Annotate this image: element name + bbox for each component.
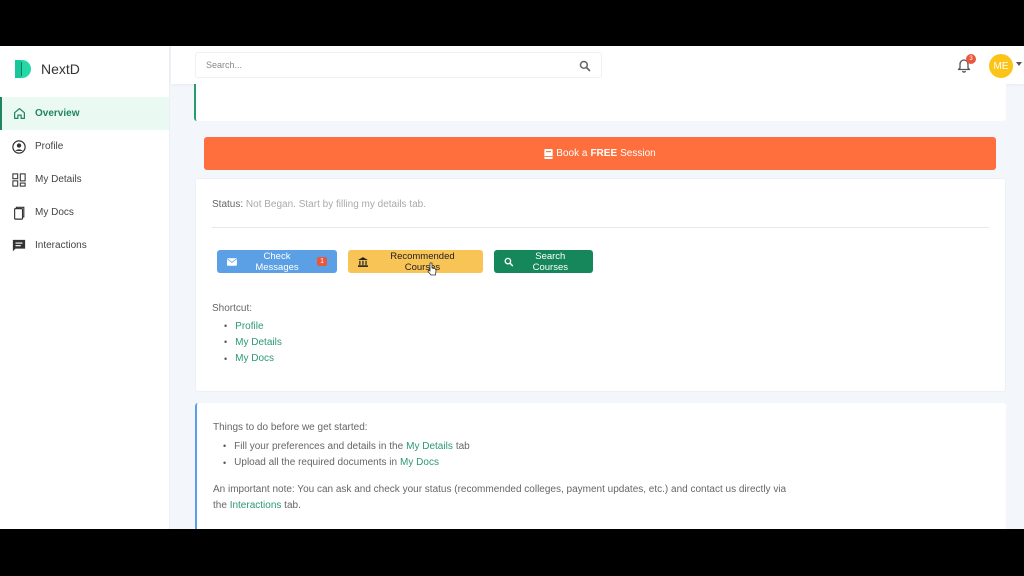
list-item: Profile <box>224 318 282 334</box>
chat-icon <box>12 239 26 253</box>
shortcut-list: Profile My Details My Docs <box>212 318 282 367</box>
sidebar-item-label: Profile <box>35 141 64 152</box>
important-note: An important note: You can ask and check… <box>213 482 793 514</box>
shortcut-section: Shortcut: Profile My Details My Docs <box>212 303 282 367</box>
topbar: 3 ME <box>171 46 1024 84</box>
shortcut-title: Shortcut: <box>212 303 253 314</box>
sidebar-nav: Overview Profile My Details My Docs Inte… <box>0 97 169 262</box>
avatar[interactable]: ME <box>989 54 1013 78</box>
envelope-icon <box>227 257 237 266</box>
list-item: Upload all the required documents in My … <box>223 455 470 472</box>
book-label-bold: FREE <box>590 148 618 159</box>
status-line: Status: Not Began. Start by filling my d… <box>212 199 426 210</box>
list-item: My Docs <box>224 351 282 367</box>
brand[interactable]: NextD <box>0 46 169 92</box>
todo-text: Fill your preferences and details in the <box>234 440 404 452</box>
grid-icon <box>12 172 26 187</box>
user-circle-icon <box>12 139 26 154</box>
my-details-link[interactable]: My Details <box>406 441 453 452</box>
caret-down-icon[interactable] <box>1016 62 1022 66</box>
brand-name: NextD <box>41 61 80 77</box>
status-value: Not Began. Start by filling my details t… <box>245 199 427 210</box>
book-label-suffix: Session <box>620 148 656 159</box>
list-item: Fill your preferences and details in the… <box>223 438 470 455</box>
sidebar: NextD Overview Profile My Details My Doc… <box>0 46 170 529</box>
my-docs-link[interactable]: My Docs <box>400 457 439 468</box>
status-label: Status: <box>212 199 244 210</box>
shortcut-link-my-docs[interactable]: My Docs <box>235 353 274 364</box>
recommended-courses-button[interactable]: Recommended Courses <box>348 250 483 273</box>
search-box <box>195 52 602 78</box>
shortcut-link-my-details[interactable]: My Details <box>235 337 282 348</box>
search-icon[interactable] <box>579 59 591 72</box>
check-messages-button[interactable]: Check Messages 1 <box>217 250 337 273</box>
sidebar-item-label: My Details <box>35 174 82 185</box>
note-text-after: tab. <box>284 500 301 511</box>
sidebar-item-my-docs[interactable]: My Docs <box>0 196 169 229</box>
sidebar-item-my-details[interactable]: My Details <box>0 163 169 196</box>
divider <box>212 227 989 228</box>
sidebar-item-overview[interactable]: Overview <box>0 97 169 130</box>
check-messages-label: Check Messages <box>255 250 299 273</box>
top-card <box>194 84 1006 121</box>
search-input[interactable] <box>196 53 579 77</box>
sidebar-item-label: My Docs <box>35 207 74 218</box>
todo-list: Fill your preferences and details in the… <box>223 438 470 471</box>
recommended-courses-label: Recommended Courses <box>390 250 455 273</box>
list-item: My Details <box>224 334 282 350</box>
shortcut-link-profile[interactable]: Profile <box>235 321 263 332</box>
search-courses-label: Search Courses <box>532 250 568 273</box>
search-courses-button[interactable]: Search Courses <box>494 250 593 273</box>
app-screen: NextD Overview Profile My Details My Doc… <box>0 46 1024 529</box>
book-label-prefix: Book a <box>556 148 588 159</box>
messages-count-badge: 1 <box>317 257 327 266</box>
book-icon <box>544 148 553 159</box>
todo-text-after: tab <box>455 440 470 452</box>
interactions-link[interactable]: Interactions <box>230 500 282 511</box>
todo-text: Upload all the required documents in <box>234 457 398 469</box>
notification-badge: 3 <box>966 54 976 64</box>
home-icon <box>12 107 26 121</box>
sidebar-item-label: Overview <box>35 108 80 119</box>
info-card: Things to do before we get started: Fill… <box>195 403 1006 529</box>
status-card: Status: Not Began. Start by filling my d… <box>195 178 1006 392</box>
book-free-session-button[interactable]: Book a FREE Session <box>204 137 996 170</box>
info-heading: Things to do before we get started: <box>213 422 368 433</box>
sidebar-item-profile[interactable]: Profile <box>0 130 169 163</box>
sidebar-item-label: Interactions <box>35 240 87 251</box>
action-buttons: Check Messages 1 Recommended Courses Sea… <box>217 250 593 273</box>
docs-icon <box>12 206 26 220</box>
search-icon <box>504 257 514 266</box>
mouse-cursor-icon <box>427 262 437 276</box>
sidebar-item-interactions[interactable]: Interactions <box>0 229 169 262</box>
institution-icon <box>358 256 368 267</box>
logo-icon <box>15 60 31 78</box>
